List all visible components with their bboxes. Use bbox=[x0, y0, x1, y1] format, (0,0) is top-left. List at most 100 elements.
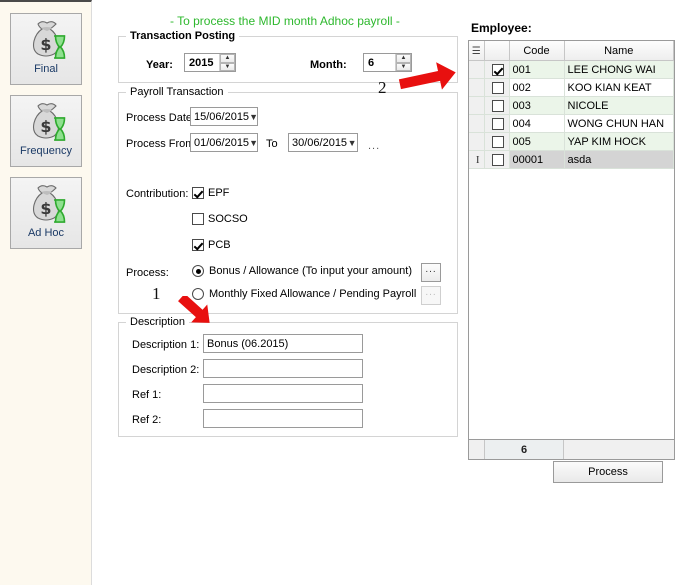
description-2-input[interactable] bbox=[203, 359, 363, 378]
range-ellipsis: ... bbox=[368, 140, 380, 152]
row-name: NICOLE bbox=[564, 97, 674, 115]
row-name: KOO KIAN KEAT bbox=[564, 79, 674, 97]
checkbox-icon[interactable] bbox=[492, 64, 504, 76]
contribution-label: Contribution: bbox=[126, 188, 188, 200]
row-name: YAP KIM HOCK bbox=[564, 133, 674, 151]
table-row[interactable]: 002 KOO KIAN KEAT bbox=[469, 79, 674, 97]
ref-1-input[interactable] bbox=[203, 384, 363, 403]
process-option-monthly-fixed-label: Monthly Fixed Allowance / Pending Payrol… bbox=[209, 288, 416, 300]
process-button[interactable]: Process bbox=[553, 461, 663, 483]
year-spin-up[interactable]: ▲ bbox=[220, 54, 235, 63]
ref-2-input[interactable] bbox=[203, 409, 363, 428]
footer-grip bbox=[469, 440, 485, 459]
description-2-label: Description 2: bbox=[132, 364, 199, 376]
month-spin-buttons[interactable]: ▲ ▼ bbox=[395, 54, 411, 71]
checkbox-icon[interactable] bbox=[492, 154, 504, 166]
checkbox-icon[interactable] bbox=[492, 100, 504, 112]
chevron-down-icon: ▼ bbox=[347, 138, 357, 148]
svg-text:$: $ bbox=[40, 35, 51, 54]
sidebar-item-ad-hoc[interactable]: $ Ad Hoc bbox=[10, 177, 82, 249]
description-1-input[interactable]: Bonus (06.2015) bbox=[203, 334, 363, 353]
row-select-cell[interactable] bbox=[484, 79, 509, 97]
chevron-down-icon: ▼ bbox=[249, 112, 258, 122]
row-select-cell[interactable] bbox=[484, 97, 509, 115]
row-indicator: I bbox=[469, 151, 484, 169]
svg-text:$: $ bbox=[40, 117, 51, 136]
sidebar-item-label: Ad Hoc bbox=[28, 227, 64, 239]
svg-text:$: $ bbox=[40, 199, 51, 218]
row-select-cell[interactable] bbox=[484, 61, 509, 79]
table-row[interactable]: 001 LEE CHONG WAI bbox=[469, 61, 674, 79]
process-date-value: 15/06/2015 bbox=[194, 111, 249, 123]
contribution-pcb[interactable]: PCB bbox=[192, 239, 231, 251]
row-name: WONG CHUN HAN bbox=[564, 115, 674, 133]
payroll-transaction-legend: Payroll Transaction bbox=[126, 87, 228, 98]
contribution-epf-label: EPF bbox=[208, 187, 229, 199]
code-column-header[interactable]: Code bbox=[509, 41, 564, 61]
table-header-row: ☰ Code Name bbox=[469, 41, 674, 61]
table-row[interactable]: 003 NICOLE bbox=[469, 97, 674, 115]
year-stepper[interactable]: 2015 ▲ ▼ bbox=[184, 53, 236, 72]
row-indicator bbox=[469, 79, 484, 97]
process-date-select[interactable]: 15/06/2015 ▼ bbox=[190, 107, 258, 126]
row-indicator bbox=[469, 133, 484, 151]
name-column-header[interactable]: Name bbox=[564, 41, 674, 61]
payroll-transaction-group bbox=[118, 92, 458, 314]
month-spin-up[interactable]: ▲ bbox=[396, 54, 411, 63]
checkbox-icon[interactable] bbox=[192, 187, 204, 199]
grid-selector-header[interactable]: ☰ bbox=[469, 41, 484, 61]
process-from-value: 01/06/2015 bbox=[194, 137, 249, 149]
row-select-cell[interactable] bbox=[484, 133, 509, 151]
description-legend: Description bbox=[126, 317, 189, 328]
year-spin-down[interactable]: ▼ bbox=[220, 63, 235, 72]
checkbox-icon[interactable] bbox=[492, 136, 504, 148]
sidebar-item-frequency[interactable]: $ Frequency bbox=[10, 95, 82, 167]
year-spin-buttons[interactable]: ▲ ▼ bbox=[219, 54, 235, 71]
radio-icon[interactable] bbox=[192, 288, 204, 300]
table-row[interactable]: 004 WONG CHUN HAN bbox=[469, 115, 674, 133]
month-spin-down[interactable]: ▼ bbox=[396, 63, 411, 72]
browse-bonus-button[interactable]: ... bbox=[421, 263, 441, 282]
row-name: LEE CHONG WAI bbox=[564, 61, 674, 79]
row-indicator bbox=[469, 115, 484, 133]
radio-icon[interactable] bbox=[192, 265, 204, 277]
table-row[interactable]: 005 YAP KIM HOCK bbox=[469, 133, 674, 151]
process-date-label: Process Date: bbox=[126, 112, 195, 124]
month-label: Month: bbox=[310, 59, 347, 71]
row-select-cell[interactable] bbox=[484, 151, 509, 169]
contribution-epf[interactable]: EPF bbox=[192, 187, 229, 199]
checkbox-icon[interactable] bbox=[192, 239, 204, 251]
row-code: 004 bbox=[509, 115, 564, 133]
contribution-socso[interactable]: SOCSO bbox=[192, 213, 248, 225]
ref-2-label: Ref 2: bbox=[132, 414, 161, 426]
process-option-monthly-fixed[interactable]: Monthly Fixed Allowance / Pending Payrol… bbox=[192, 288, 416, 300]
row-name: asda bbox=[564, 151, 674, 169]
text-cursor-icon: I bbox=[476, 154, 480, 166]
process-to-value: 30/06/2015 bbox=[292, 137, 347, 149]
employee-count: 6 bbox=[485, 440, 564, 459]
process-option-bonus[interactable]: Bonus / Allowance (To input your amount) bbox=[192, 265, 412, 277]
month-stepper[interactable]: 6 ▲ ▼ bbox=[363, 53, 412, 72]
contribution-pcb-label: PCB bbox=[208, 239, 231, 251]
row-code: 002 bbox=[509, 79, 564, 97]
money-bag-hourglass-icon: $ bbox=[21, 100, 71, 144]
table-row[interactable]: I 00001 asda bbox=[469, 151, 674, 169]
employee-table[interactable]: ☰ Code Name 001 LEE CHONG WAI bbox=[468, 40, 675, 440]
checkbox-icon[interactable] bbox=[192, 213, 204, 225]
process-from-select[interactable]: 01/06/2015 ▼ bbox=[190, 133, 258, 152]
row-code: 005 bbox=[509, 133, 564, 151]
chevron-down-icon: ▼ bbox=[249, 138, 258, 148]
process-from-label: Process From: bbox=[126, 138, 198, 150]
select-column-header[interactable] bbox=[484, 41, 509, 61]
browse-monthly-fixed-button[interactable]: ... bbox=[421, 286, 441, 305]
checkbox-icon[interactable] bbox=[492, 82, 504, 94]
contribution-socso-label: SOCSO bbox=[208, 213, 248, 225]
process-to-select[interactable]: 30/06/2015 ▼ bbox=[288, 133, 358, 152]
row-select-cell[interactable] bbox=[484, 115, 509, 133]
checkbox-icon[interactable] bbox=[492, 118, 504, 130]
row-indicator bbox=[469, 61, 484, 79]
process-label: Process: bbox=[126, 267, 169, 279]
sidebar-item-final[interactable]: $ Final bbox=[10, 13, 82, 85]
sidebar-item-label: Final bbox=[34, 63, 58, 75]
month-value: 6 bbox=[364, 54, 395, 71]
